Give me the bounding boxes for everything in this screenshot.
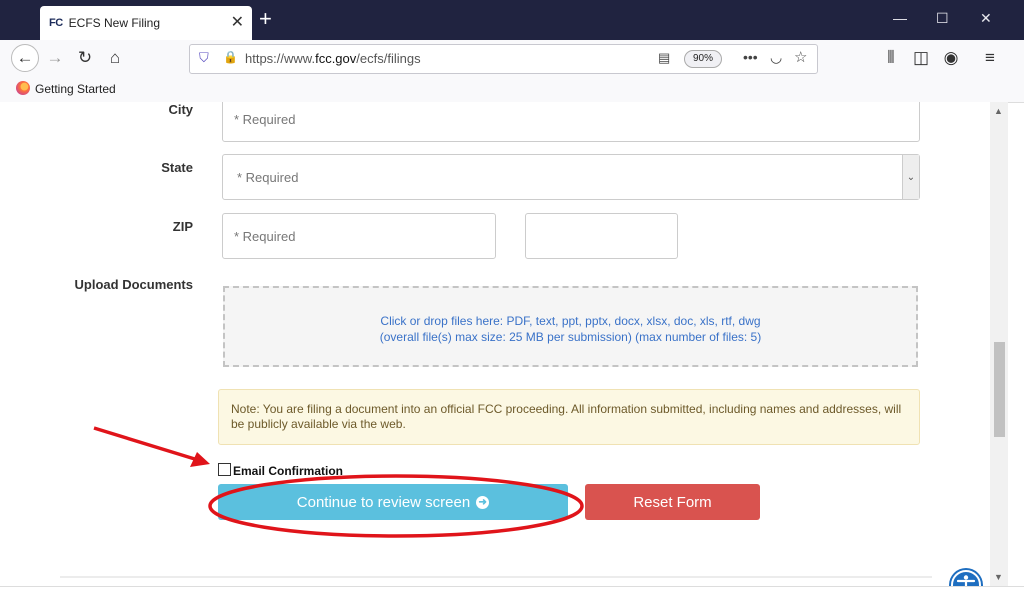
red-ellipse-annotation <box>208 474 584 538</box>
annotation-overlay <box>93 426 584 538</box>
red-arrow-annotation <box>93 426 210 467</box>
